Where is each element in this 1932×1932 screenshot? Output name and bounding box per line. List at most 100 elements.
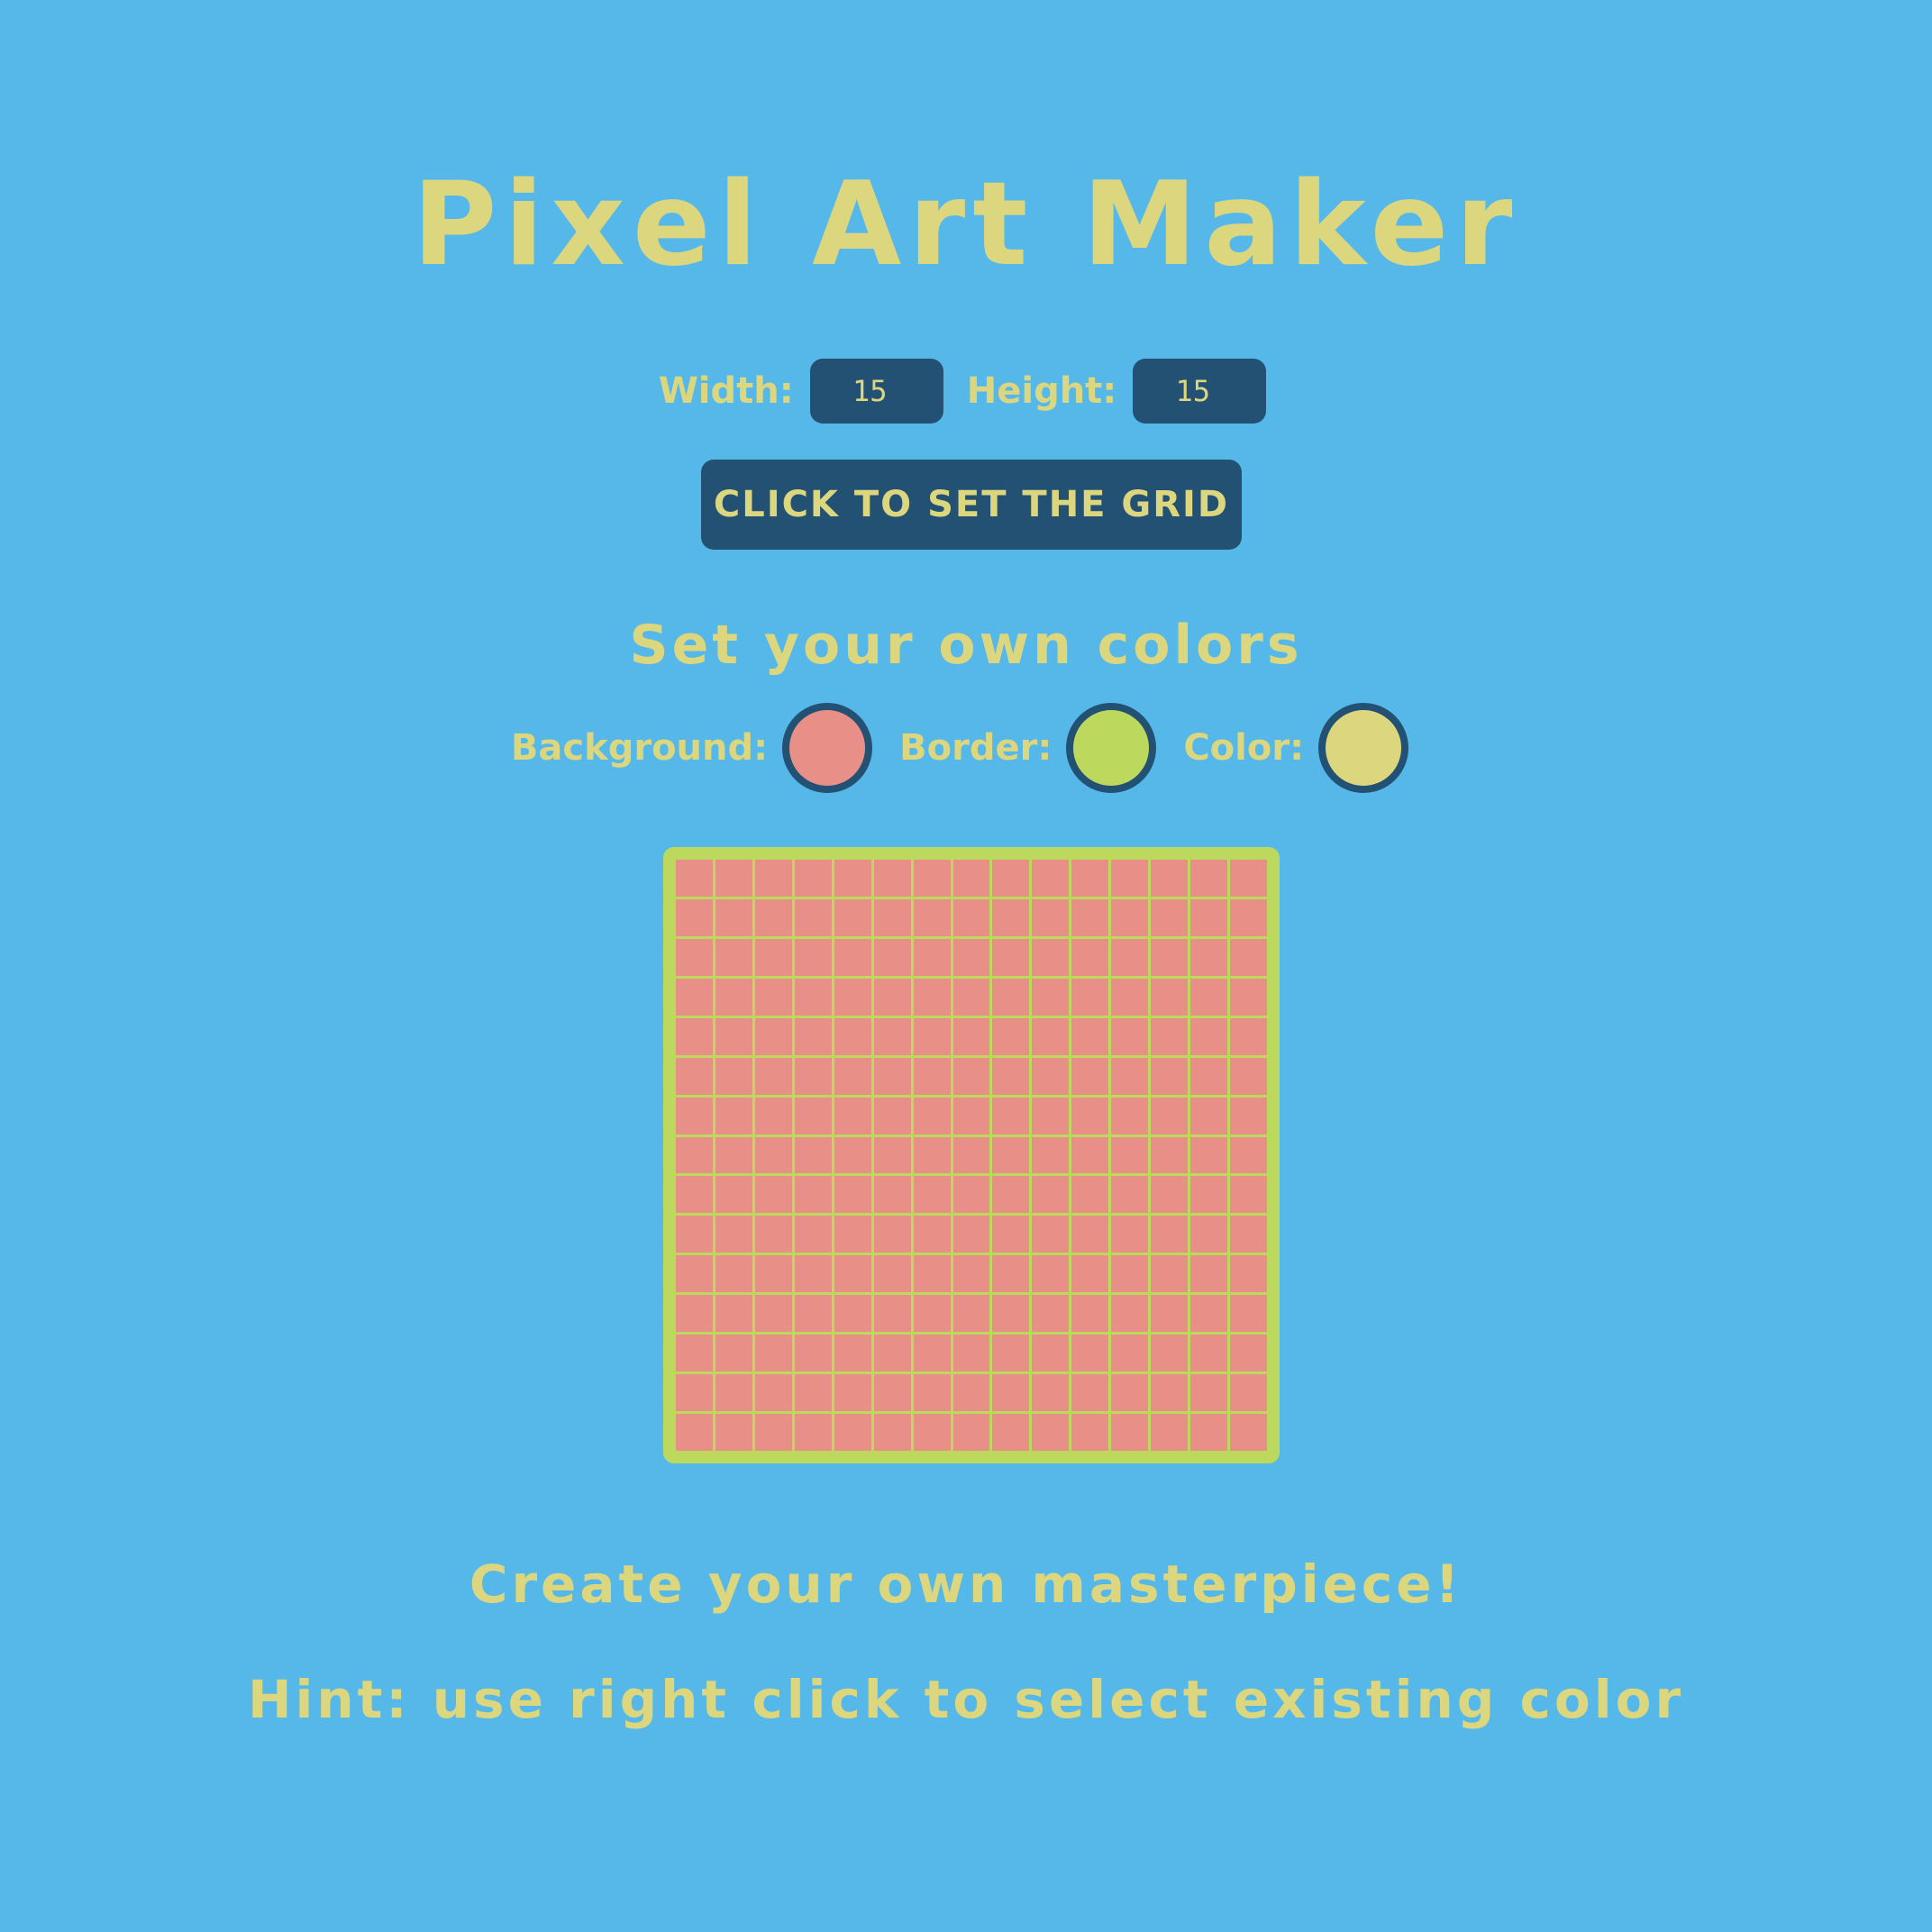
pixel-cell[interactable] <box>873 1255 911 1293</box>
pixel-cell[interactable] <box>1111 898 1149 936</box>
pixel-cell[interactable] <box>1190 1136 1228 1174</box>
pixel-cell[interactable] <box>1230 1414 1267 1451</box>
pixel-cell[interactable] <box>1230 978 1267 1016</box>
pixel-cell[interactable] <box>1190 1216 1228 1253</box>
pixel-cell[interactable] <box>913 1255 951 1293</box>
pixel-cell[interactable] <box>1190 1414 1228 1451</box>
pixel-cell[interactable] <box>1032 1176 1070 1214</box>
pixel-cell[interactable] <box>952 1136 990 1174</box>
pixel-cell[interactable] <box>1032 1414 1070 1451</box>
pixel-cell[interactable] <box>1230 898 1267 936</box>
pixel-cell[interactable] <box>1190 1295 1228 1333</box>
pixel-cell[interactable] <box>834 1097 871 1135</box>
pixel-cell[interactable] <box>1151 1374 1189 1412</box>
pixel-cell[interactable] <box>952 1374 990 1412</box>
pixel-cell[interactable] <box>1190 1017 1228 1055</box>
pixel-cell[interactable] <box>1032 1374 1070 1412</box>
pixel-cell[interactable] <box>1151 1176 1189 1214</box>
pixel-cell[interactable] <box>754 1295 792 1333</box>
pixel-cell[interactable] <box>715 1255 752 1293</box>
pixel-cell[interactable] <box>1190 1335 1228 1372</box>
pixel-cell[interactable] <box>715 1374 752 1412</box>
pixel-cell[interactable] <box>794 1374 832 1412</box>
pixel-cell[interactable] <box>1230 1136 1267 1174</box>
pixel-cell[interactable] <box>834 1414 871 1451</box>
pixel-cell[interactable] <box>992 860 1030 897</box>
pixel-cell[interactable] <box>715 978 752 1016</box>
pixel-cell[interactable] <box>1071 1097 1109 1135</box>
pixel-cell[interactable] <box>1071 1057 1109 1095</box>
width-input[interactable] <box>809 359 943 424</box>
pixel-cell[interactable] <box>715 1335 752 1372</box>
pixel-cell[interactable] <box>794 1335 832 1372</box>
pixel-cell[interactable] <box>715 1176 752 1214</box>
pixel-cell[interactable] <box>1111 1414 1149 1451</box>
pixel-cell[interactable] <box>754 898 792 936</box>
background-color-picker[interactable] <box>782 703 873 793</box>
pixel-cell[interactable] <box>834 1255 871 1293</box>
pixel-cell[interactable] <box>952 978 990 1016</box>
pixel-cell[interactable] <box>1151 938 1189 976</box>
pixel-cell[interactable] <box>1151 1216 1189 1253</box>
pixel-cell[interactable] <box>1032 1216 1070 1253</box>
pixel-cell[interactable] <box>834 1295 871 1333</box>
pixel-cell[interactable] <box>992 1295 1030 1333</box>
pixel-cell[interactable] <box>873 898 911 936</box>
pixel-cell[interactable] <box>873 1374 911 1412</box>
pixel-cell[interactable] <box>992 1414 1030 1451</box>
pixel-cell[interactable] <box>952 1414 990 1451</box>
pixel-cell[interactable] <box>1151 1414 1189 1451</box>
pixel-cell[interactable] <box>1111 1017 1149 1055</box>
pixel-cell[interactable] <box>794 1295 832 1333</box>
pixel-cell[interactable] <box>715 1414 752 1451</box>
pixel-cell[interactable] <box>1230 1017 1267 1055</box>
pixel-cell[interactable] <box>992 978 1030 1016</box>
pixel-cell[interactable] <box>1190 978 1228 1016</box>
pixel-cell[interactable] <box>676 860 713 897</box>
pixel-cell[interactable] <box>754 1057 792 1095</box>
pixel-cell[interactable] <box>873 1295 911 1333</box>
pixel-cell[interactable] <box>754 938 792 976</box>
pixel-cell[interactable] <box>754 978 792 1016</box>
pixel-cell[interactable] <box>952 860 990 897</box>
pixel-cell[interactable] <box>913 1017 951 1055</box>
pixel-cell[interactable] <box>952 1176 990 1214</box>
pixel-cell[interactable] <box>754 1374 792 1412</box>
pixel-cell[interactable] <box>1071 1295 1109 1333</box>
pixel-cell[interactable] <box>992 1216 1030 1253</box>
pixel-cell[interactable] <box>913 1097 951 1135</box>
pixel-cell[interactable] <box>1230 1176 1267 1214</box>
pixel-cell[interactable] <box>1190 860 1228 897</box>
pixel-cell[interactable] <box>1111 1374 1149 1412</box>
pixel-cell[interactable] <box>754 1255 792 1293</box>
pixel-cell[interactable] <box>1111 1216 1149 1253</box>
pixel-cell[interactable] <box>952 938 990 976</box>
pixel-cell[interactable] <box>913 1057 951 1095</box>
pixel-cell[interactable] <box>913 938 951 976</box>
pixel-cell[interactable] <box>1151 1136 1189 1174</box>
pixel-cell[interactable] <box>1032 1295 1070 1333</box>
pixel-cell[interactable] <box>1071 1017 1109 1055</box>
pixel-cell[interactable] <box>1230 938 1267 976</box>
pixel-cell[interactable] <box>1190 1255 1228 1293</box>
pixel-cell[interactable] <box>1190 898 1228 936</box>
pixel-cell[interactable] <box>952 1295 990 1333</box>
pixel-cell[interactable] <box>1032 1057 1070 1095</box>
pixel-cell[interactable] <box>1071 1335 1109 1372</box>
pixel-cell[interactable] <box>676 1216 713 1253</box>
pixel-cell[interactable] <box>794 860 832 897</box>
pixel-cell[interactable] <box>873 938 911 976</box>
pixel-cell[interactable] <box>1071 1414 1109 1451</box>
pixel-cell[interactable] <box>834 1216 871 1253</box>
pixel-cell[interactable] <box>834 1057 871 1095</box>
pixel-cell[interactable] <box>676 1255 713 1293</box>
pixel-cell[interactable] <box>952 1057 990 1095</box>
pixel-cell[interactable] <box>913 1374 951 1412</box>
pixel-cell[interactable] <box>794 1255 832 1293</box>
pixel-cell[interactable] <box>1032 938 1070 976</box>
pixel-cell[interactable] <box>1071 898 1109 936</box>
pixel-cell[interactable] <box>1190 1176 1228 1214</box>
pixel-cell[interactable] <box>1111 938 1149 976</box>
pixel-cell[interactable] <box>952 1335 990 1372</box>
pixel-cell[interactable] <box>873 1097 911 1135</box>
